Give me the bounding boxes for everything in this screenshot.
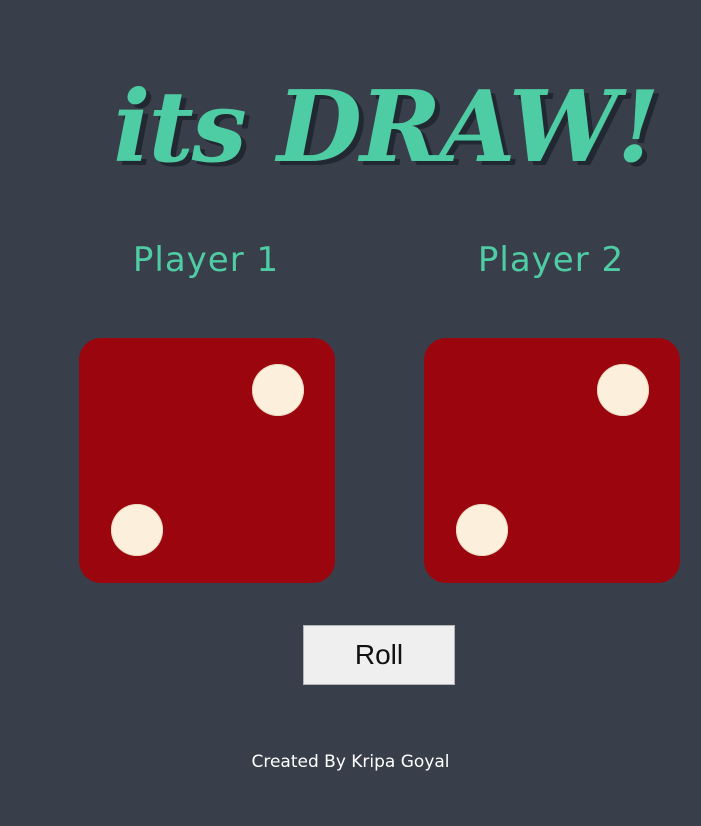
player-2-dice-icon xyxy=(424,338,680,583)
footer-credit: Created By Kripa Goyal xyxy=(251,752,450,772)
dice-pip xyxy=(111,504,163,556)
dice-pip xyxy=(456,504,508,556)
player-1-label: Player 1 xyxy=(132,240,280,280)
page-title: its DRAW! xyxy=(113,69,659,185)
player-2-label: Player 2 xyxy=(477,240,625,280)
dice-pip xyxy=(597,364,649,416)
roll-button[interactable]: Roll xyxy=(303,625,455,685)
dice-pip xyxy=(252,364,304,416)
player-1-dice-icon xyxy=(79,338,335,583)
